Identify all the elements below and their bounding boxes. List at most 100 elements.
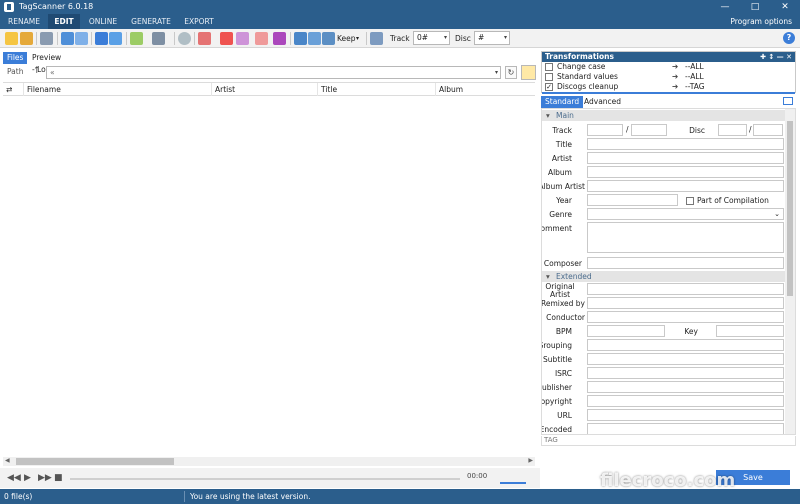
- scroll-left-icon[interactable]: ◀: [5, 457, 10, 464]
- copyright-field[interactable]: [587, 395, 784, 407]
- url-field[interactable]: [587, 409, 784, 421]
- original-artist-field[interactable]: [587, 283, 784, 295]
- compilation-checkbox[interactable]: [686, 197, 694, 205]
- copy-tags-icon[interactable]: [322, 32, 335, 45]
- publisher-field[interactable]: [587, 381, 784, 393]
- open-folder-icon[interactable]: [5, 32, 18, 45]
- cover-art-icon[interactable]: [236, 32, 249, 45]
- play-icon[interactable]: ▶: [24, 473, 31, 483]
- app-icon: [4, 2, 14, 12]
- rewind-icon[interactable]: ◀◀: [7, 473, 21, 483]
- section-extended[interactable]: Extended: [542, 271, 786, 282]
- column-album[interactable]: Album: [435, 83, 535, 96]
- scrollbar-thumb[interactable]: [787, 121, 793, 296]
- transformation-row[interactable]: Standard values ➔ --ALL: [542, 72, 795, 82]
- disc-format-select[interactable]: # ▾: [474, 31, 510, 45]
- album-artist-field[interactable]: [587, 180, 784, 192]
- transformation-row[interactable]: Change case ➔ --ALL: [542, 62, 795, 72]
- year-field[interactable]: [587, 194, 678, 206]
- forward-icon[interactable]: ▶▶: [38, 473, 52, 483]
- invert-selection-icon[interactable]: [75, 32, 88, 45]
- grouping-field[interactable]: [587, 339, 784, 351]
- album-field[interactable]: [587, 166, 784, 178]
- tab-advanced[interactable]: Advanced: [580, 96, 625, 108]
- tab-files[interactable]: Files: [3, 52, 28, 64]
- scroll-right-icon[interactable]: ▶: [528, 457, 533, 464]
- close-button[interactable]: ✕: [770, 0, 800, 14]
- volume-slider[interactable]: [500, 482, 526, 484]
- search-icon[interactable]: [178, 32, 191, 45]
- path-input[interactable]: «▾: [46, 66, 501, 79]
- transformation-row[interactable]: ✓ Discogs cleanup ➔ --TAG: [542, 82, 795, 92]
- checkbox-checked[interactable]: ✓: [545, 83, 553, 91]
- genre-select[interactable]: ⌄: [587, 208, 784, 220]
- maximize-button[interactable]: □: [740, 0, 770, 14]
- seek-bar[interactable]: [70, 478, 460, 480]
- tab-preview-log[interactable]: Preview - Log: [28, 52, 65, 74]
- refresh-icon[interactable]: ↻: [505, 66, 517, 79]
- path-label: Path: [7, 67, 24, 76]
- conductor-field[interactable]: [587, 311, 784, 323]
- column-title[interactable]: Title: [317, 83, 435, 96]
- file-list[interactable]: [3, 96, 535, 457]
- keep-chevron-icon[interactable]: ▾: [356, 32, 359, 45]
- tag-tools-icon[interactable]: [198, 32, 211, 45]
- minimize-button[interactable]: —: [710, 0, 740, 14]
- browse-folder-icon[interactable]: [521, 65, 536, 80]
- column-filename[interactable]: Filename: [23, 83, 211, 96]
- sort-icon[interactable]: [152, 32, 165, 45]
- lyrics-icon[interactable]: [255, 32, 268, 45]
- section-main[interactable]: Main: [542, 110, 786, 121]
- track-format-select[interactable]: 0# ▾: [413, 31, 450, 45]
- move-down-icon[interactable]: [109, 32, 122, 45]
- tab-standard[interactable]: Standard: [541, 96, 584, 108]
- select-all-icon[interactable]: [61, 32, 74, 45]
- case-convert-icon[interactable]: [273, 32, 286, 45]
- disc-total-field[interactable]: [753, 124, 783, 136]
- track-total-field[interactable]: [631, 124, 667, 136]
- import-icon[interactable]: [294, 32, 307, 45]
- checkbox[interactable]: [545, 63, 553, 71]
- transformations-scrollbar[interactable]: [542, 92, 795, 94]
- subtitle-field[interactable]: [587, 353, 784, 365]
- panel-controls-icon[interactable]: ✚ ↕ — ✕: [760, 52, 792, 62]
- auto-number-icon[interactable]: [370, 32, 383, 45]
- comment-field[interactable]: [587, 222, 784, 253]
- shuffle-icon[interactable]: ⇄: [3, 83, 23, 96]
- remove-tag-icon[interactable]: [220, 32, 233, 45]
- key-field[interactable]: [716, 325, 784, 337]
- horizontal-scrollbar[interactable]: ◀ ▶: [3, 457, 535, 466]
- keep-dropdown[interactable]: Keep: [337, 32, 356, 45]
- remixed-by-field[interactable]: [587, 297, 784, 309]
- bpm-field[interactable]: [587, 325, 665, 337]
- key-field-label: Key: [684, 327, 698, 336]
- up-arrow-icon[interactable]: ↑: [33, 66, 41, 76]
- composer-field[interactable]: [587, 257, 784, 269]
- stop-icon[interactable]: ■: [54, 473, 63, 483]
- move-up-icon[interactable]: [95, 32, 108, 45]
- help-icon[interactable]: ?: [783, 32, 795, 44]
- copyright-field-label: Copyright: [541, 397, 572, 406]
- menu-export[interactable]: EXPORT: [180, 14, 218, 29]
- add-folder-icon[interactable]: [20, 32, 33, 45]
- program-options-link[interactable]: Program options: [730, 14, 792, 29]
- menu-generate[interactable]: GENERATE: [127, 14, 175, 29]
- export-icon[interactable]: [308, 32, 321, 45]
- scrollbar-thumb[interactable]: [16, 458, 174, 465]
- menu-rename[interactable]: RENAME: [2, 14, 46, 29]
- title-field[interactable]: [587, 138, 784, 150]
- artist-field[interactable]: [587, 152, 784, 164]
- column-artist[interactable]: Artist: [211, 83, 317, 96]
- isrc-field[interactable]: [587, 367, 784, 379]
- disc-field[interactable]: [718, 124, 747, 136]
- checkbox[interactable]: [545, 73, 553, 81]
- menu-online[interactable]: ONLINE: [84, 14, 122, 29]
- panel-layout-icon[interactable]: [783, 97, 793, 105]
- filter-icon[interactable]: [130, 32, 143, 45]
- disc-label: Disc: [455, 34, 471, 43]
- menu-edit[interactable]: EDIT: [48, 14, 80, 29]
- track-field[interactable]: [587, 124, 623, 136]
- undo-icon[interactable]: [40, 32, 53, 45]
- tag-editor-scrollbar[interactable]: [785, 109, 795, 434]
- encoded-by-field[interactable]: [587, 423, 784, 434]
